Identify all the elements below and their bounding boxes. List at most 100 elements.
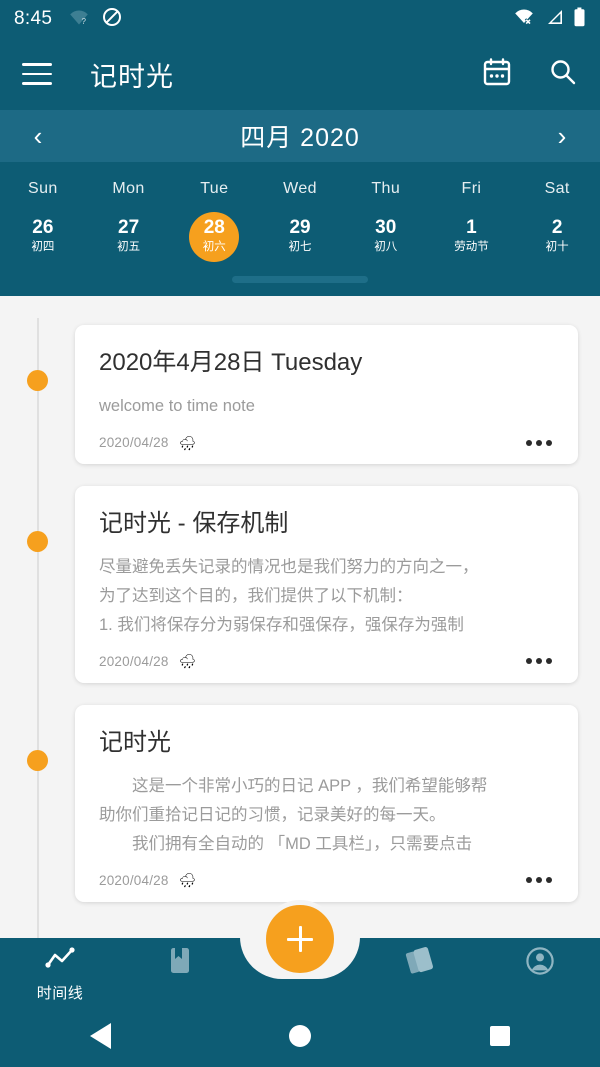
day-lunar: 劳动节	[454, 241, 489, 254]
nav-item-account[interactable]	[480, 946, 600, 986]
recents-square-icon	[490, 1026, 510, 1046]
timeline-icon	[44, 946, 76, 977]
cards-stack-icon	[403, 946, 437, 981]
status-clock: 8:45	[14, 8, 53, 29]
weekday-label: Tue	[200, 180, 229, 197]
entry-body-line: welcome to time note	[99, 397, 255, 416]
weekday-header: Sun	[0, 174, 86, 212]
nav-item-notebook[interactable]	[120, 946, 240, 986]
hamburger-line	[22, 63, 52, 66]
day-lunar: 初七	[288, 241, 312, 254]
app-bar: 记时光	[0, 38, 600, 110]
list-item[interactable]: 记时光 - 保存机制 尽量避免丢失记录的情况也是我们努力的方向之一， 为了达到这…	[27, 486, 578, 683]
rain-cloud-icon: 🌧	[178, 653, 197, 670]
weekday-header: Sat	[514, 174, 600, 212]
entry-card[interactable]: 记时光 这是一个非常小巧的日记 APP ，我们希望能够帮 助你们重拾记日记的习惯…	[75, 704, 578, 902]
wifi-question-icon: ?	[68, 8, 90, 31]
hamburger-line	[22, 72, 52, 76]
calendar-day-cell[interactable]: 27 初五	[86, 212, 172, 262]
calendar-day-cell[interactable]: 1 劳动节	[429, 212, 515, 262]
list-item[interactable]: 2020年4月28日 Tuesday welcome to time note …	[27, 325, 578, 465]
app-title: 记时光	[90, 61, 174, 92]
entry-footer: 2020/04/28 🌧	[99, 435, 554, 450]
timeline-dot	[27, 370, 48, 391]
battery-icon	[573, 7, 586, 32]
weekday-header: Wed	[257, 174, 343, 212]
timeline-dot	[27, 531, 48, 553]
weekday-header: Thu	[343, 174, 429, 212]
back-button[interactable]	[0, 1023, 200, 1049]
day-lunar: 初五	[117, 241, 141, 254]
weekday-label: Fri	[461, 180, 482, 197]
calendar-expand-handle[interactable]	[0, 262, 600, 296]
weekday-header: Mon	[86, 174, 172, 212]
plus-icon	[285, 924, 315, 954]
calendar-day-cell[interactable]: 2 初十	[514, 212, 600, 262]
home-circle-icon	[289, 1025, 311, 1047]
next-month-button[interactable]: ›	[550, 123, 574, 149]
day-bubble: 27 初五	[104, 212, 154, 262]
more-options-icon[interactable]	[524, 654, 554, 668]
month-label: 四月 2020	[240, 124, 360, 152]
system-navigation-bar	[0, 1005, 600, 1067]
entry-cards: 2020年4月28日 Tuesday welcome to time note …	[0, 318, 600, 902]
day-lunar: 初十	[545, 241, 569, 254]
timeline-dot	[27, 749, 48, 771]
entry-body-line: 1. 我们将保存分为弱保存和强保存，强保存为强制	[99, 616, 464, 634]
entry-date: 2020/04/28	[99, 653, 169, 669]
svg-text:?: ?	[82, 17, 87, 26]
recents-button[interactable]	[400, 1026, 600, 1046]
nav-item-label: 时间线	[36, 985, 84, 1002]
weekday-label: Wed	[283, 180, 317, 197]
entry-footer: 2020/04/28 🌧	[99, 654, 554, 669]
weekday-header: Tue	[171, 174, 257, 212]
list-item[interactable]: 记时光 这是一个非常小巧的日记 APP ，我们希望能够帮 助你们重拾记日记的习惯…	[27, 704, 578, 902]
back-triangle-icon	[89, 1023, 111, 1049]
entry-body: 尽量避免丢失记录的情况也是我们努力的方向之一， 为了达到这个目的，我们提供了以下…	[99, 553, 554, 640]
more-options-icon[interactable]	[524, 873, 554, 887]
entry-card[interactable]: 2020年4月28日 Tuesday welcome to time note …	[75, 325, 578, 465]
nav-item-timeline[interactable]: 时间线	[0, 946, 120, 1003]
more-options-icon[interactable]	[524, 436, 554, 450]
weekday-label: Sat	[544, 180, 570, 197]
status-left-icons: ?	[68, 7, 122, 32]
rain-cloud-icon: 🌧	[178, 872, 197, 889]
calendar-day-cell[interactable]: 30 初八	[343, 212, 429, 262]
calendar-day-cell[interactable]: 29 初七	[257, 212, 343, 262]
day-bubble-selected: 28 初六	[189, 212, 240, 262]
entry-title: 2020年4月28日 Tuesday	[99, 349, 363, 376]
day-number: 1	[466, 217, 477, 239]
home-button[interactable]	[200, 1025, 400, 1047]
entry-date: 2020/04/28	[99, 435, 169, 451]
weekday-label: Sun	[28, 180, 58, 197]
app-root: 8:45 ? 记时光 ‹ 四月 2020 › Sun Mon Tue Wed T…	[0, 0, 600, 1067]
drag-handle-bar	[232, 275, 368, 283]
entry-title: 记时光 - 保存机制	[99, 510, 289, 538]
day-number: 29	[289, 217, 311, 239]
prev-month-button[interactable]: ‹	[26, 123, 50, 149]
day-lunar: 初八	[374, 241, 398, 254]
day-bubble: 30 初八	[361, 212, 411, 262]
day-number: 2	[551, 217, 563, 239]
week-calendar-strip: Sun Mon Tue Wed Thu Fri Sat 26 初四 27 初五	[0, 162, 600, 296]
add-entry-fab[interactable]	[261, 900, 339, 978]
day-bubble: 26 初四	[18, 212, 68, 262]
calendar-day-cell-selected[interactable]: 28 初六	[171, 212, 257, 262]
calendar-icon[interactable]	[482, 57, 512, 92]
nav-item-cards[interactable]	[360, 946, 480, 986]
entry-title: 记时光	[99, 728, 171, 756]
entry-card[interactable]: 记时光 - 保存机制 尽量避免丢失记录的情况也是我们努力的方向之一， 为了达到这…	[75, 486, 578, 683]
day-number: 28	[203, 217, 225, 239]
rain-cloud-icon: 🌧	[178, 434, 197, 451]
day-number: 27	[118, 217, 140, 239]
entry-date: 2020/04/28	[99, 872, 169, 888]
entry-body: 这是一个非常小巧的日记 APP ，我们希望能够帮 助你们重拾记日记的习惯，记录美…	[99, 772, 554, 859]
search-icon[interactable]	[548, 57, 578, 92]
notebook-icon	[166, 946, 194, 981]
cell-signal-icon	[545, 8, 565, 31]
week-days-row: 26 初四 27 初五 28 初六 29 初七 30 初八 1 劳动节 2 初十	[0, 212, 600, 262]
calendar-day-cell[interactable]: 26 初四	[0, 212, 86, 262]
status-bar: 8:45 ?	[0, 0, 600, 38]
account-icon	[525, 946, 555, 981]
hamburger-menu-icon[interactable]	[22, 63, 52, 85]
